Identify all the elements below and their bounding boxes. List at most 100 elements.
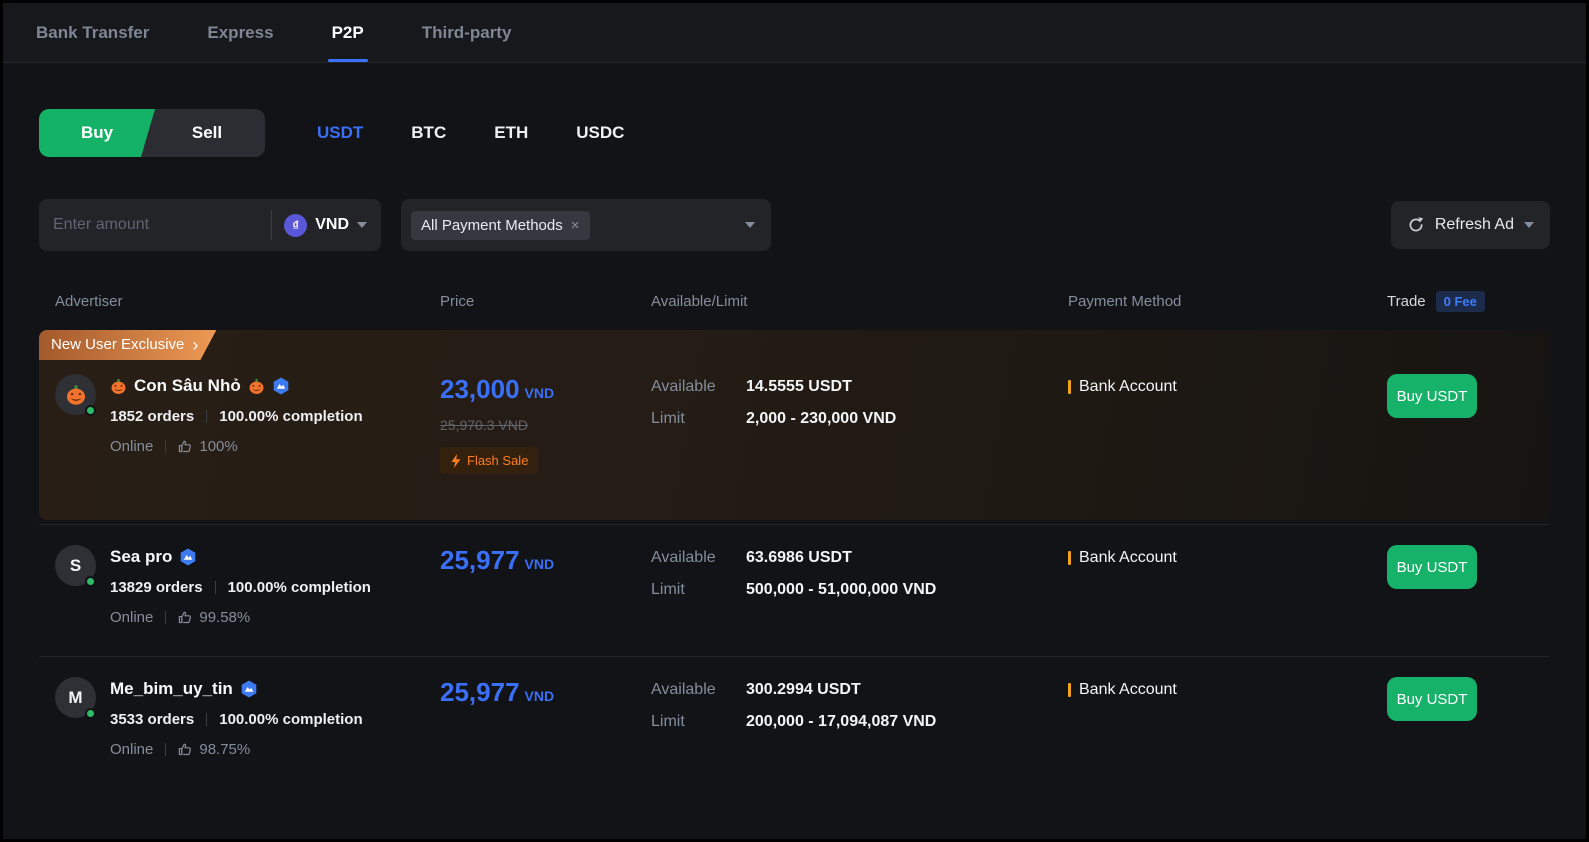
price-unit: VND	[524, 688, 555, 704]
tab-express[interactable]: Express	[207, 3, 273, 62]
verified-badge-icon	[241, 680, 257, 698]
divider	[206, 713, 208, 726]
coin-tab-usdc[interactable]: USDC	[576, 123, 624, 143]
completion-rate: 100.00% completion	[219, 408, 363, 425]
online-status: Online	[110, 609, 154, 626]
advertiser-name-text: Sea pro	[110, 547, 173, 566]
pumpkin-icon	[111, 378, 126, 394]
available-value: 14.5555 USDT	[746, 378, 852, 395]
payment-method-filter[interactable]: All Payment Methods ×	[401, 199, 771, 251]
divider	[271, 210, 273, 240]
advertiser-cell: M Me_bim_uy_tin 3533 orders 100.00% comp…	[39, 677, 440, 758]
rating: 98.75%	[178, 741, 250, 758]
new-user-exclusive-badge[interactable]: New User Exclusive ›	[39, 330, 216, 360]
action-cell: Buy USDT	[1387, 545, 1550, 589]
online-dot	[85, 576, 96, 587]
header-price: Price	[440, 293, 475, 310]
buy-sell-toggle: Buy Sell	[39, 109, 265, 157]
price-old: 25,970.3 VND	[440, 417, 528, 433]
filter-bar: ₫ VND All Payment Methods × Refresh Ad	[39, 199, 1550, 251]
online-dot	[85, 708, 96, 719]
flash-sale-label: Flash Sale	[467, 453, 529, 468]
advertiser-name[interactable]: Con Sâu Nhỏ	[110, 376, 363, 396]
advertiser-name[interactable]: Sea pro	[110, 547, 371, 567]
coin-tab-eth[interactable]: ETH	[494, 123, 528, 143]
payment-method-cell: Bank Account	[1068, 549, 1387, 567]
online-status: Online	[110, 741, 154, 758]
completion-rate: 100.00% completion	[227, 579, 371, 596]
remove-filter-icon[interactable]: ×	[571, 217, 580, 234]
advertiser-stats: 3533 orders 100.00% completion	[110, 711, 363, 728]
payment-filter-label: All Payment Methods	[421, 216, 563, 234]
p2p-trading-screen: Bank Transfer Express P2P Third-party Bu…	[0, 0, 1589, 842]
avatar[interactable]	[55, 374, 96, 416]
pumpkin-icon	[249, 378, 264, 394]
action-cell: Buy USDT	[1387, 677, 1550, 721]
amount-input[interactable]	[53, 216, 260, 234]
trade-controls: Buy Sell USDT BTC ETH USDC	[39, 109, 1550, 157]
currency-label: VND	[315, 216, 349, 233]
buy-toggle-button[interactable]: Buy	[39, 109, 155, 157]
rating: 99.58%	[178, 609, 250, 626]
rating: 100%	[178, 438, 238, 455]
advertiser-cell: Con Sâu Nhỏ 1852 orders 100.00% completi…	[39, 374, 440, 455]
advertiser-status: Online 100%	[110, 438, 363, 455]
available-limit-cell: Available 300.2994 USDT Limit 200,000 - …	[651, 681, 1068, 731]
table-header: Advertiser Price Available/Limit Payment…	[39, 291, 1550, 314]
tab-bank-transfer[interactable]: Bank Transfer	[36, 3, 149, 62]
payment-method-name: Bank Account	[1079, 549, 1177, 566]
thumbs-up-icon	[179, 743, 192, 756]
buy-usdt-button[interactable]: Buy USDT	[1387, 545, 1477, 589]
advertiser-name[interactable]: Me_bim_uy_tin	[110, 679, 363, 699]
refresh-icon	[1409, 216, 1424, 232]
header-payment-method: Payment Method	[1068, 293, 1182, 310]
advertiser-stats: 1852 orders 100.00% completion	[110, 408, 363, 425]
header-advertiser: Advertiser	[55, 293, 123, 310]
tab-third-party[interactable]: Third-party	[422, 3, 512, 62]
available-label: Available	[651, 378, 716, 395]
buy-usdt-button[interactable]: Buy USDT	[1387, 374, 1477, 418]
limit-value: 500,000 - 51,000,000 VND	[746, 581, 937, 598]
avatar-letter: S	[69, 555, 82, 575]
payment-color-bar	[1068, 380, 1071, 394]
price-cell: 23,000 VND 25,970.3 VND Flash Sale	[440, 374, 651, 474]
rating-value: 99.58%	[199, 609, 251, 626]
price-value: 25,977	[440, 677, 520, 707]
action-cell: Buy USDT	[1387, 374, 1550, 418]
divider	[165, 440, 167, 453]
offer-row: New User Exclusive › Con Sâu Nhỏ 1852 or…	[39, 330, 1550, 520]
price-cell: 25,977 VND	[440, 545, 651, 576]
limit-value: 2,000 - 230,000 VND	[746, 410, 897, 427]
avatar[interactable]: S	[55, 545, 96, 587]
limit-label: Limit	[651, 713, 685, 730]
header-available-limit: Available/Limit	[651, 293, 748, 310]
price-cell: 25,977 VND	[440, 677, 651, 708]
refresh-ad-button[interactable]: Refresh Ad	[1390, 201, 1550, 249]
advertiser-status: Online 99.58%	[110, 609, 371, 626]
coin-tab-usdt[interactable]: USDT	[317, 123, 363, 143]
orders-count: 1852 orders	[110, 408, 195, 425]
tab-p2p[interactable]: P2P	[332, 3, 364, 62]
divider	[165, 743, 167, 756]
currency-selector[interactable]: ₫ VND	[284, 213, 367, 237]
chevron-down-icon	[357, 222, 367, 228]
available-value: 300.2994 USDT	[746, 681, 861, 698]
avatar[interactable]: M	[55, 677, 96, 719]
offer-row: M Me_bim_uy_tin 3533 orders 100.00% comp…	[39, 657, 1550, 788]
advertiser-stats: 13829 orders 100.00% completion	[110, 579, 371, 596]
completion-rate: 100.00% completion	[219, 711, 363, 728]
rating-value: 98.75%	[199, 741, 251, 758]
payment-method-name: Bank Account	[1079, 681, 1177, 698]
divider	[206, 410, 208, 423]
buy-usdt-button[interactable]: Buy USDT	[1387, 677, 1477, 721]
payment-filter-chip[interactable]: All Payment Methods ×	[411, 210, 590, 240]
payment-method-cell: Bank Account	[1068, 681, 1387, 699]
price-value: 25,977	[440, 545, 520, 575]
payment-method-cell: Bank Account	[1068, 378, 1387, 396]
coin-tabs: USDT BTC ETH USDC	[317, 123, 624, 143]
online-status: Online	[110, 438, 154, 455]
coin-tab-btc[interactable]: BTC	[411, 123, 446, 143]
payment-color-bar	[1068, 551, 1071, 565]
limit-value: 200,000 - 17,094,087 VND	[746, 713, 937, 730]
sell-toggle-button[interactable]: Sell	[149, 109, 265, 157]
